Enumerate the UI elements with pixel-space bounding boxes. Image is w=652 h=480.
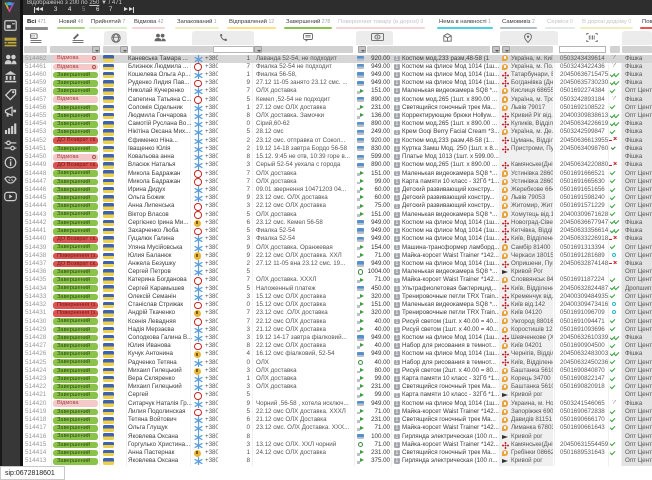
svg-text:ID: ID: [31, 34, 35, 39]
